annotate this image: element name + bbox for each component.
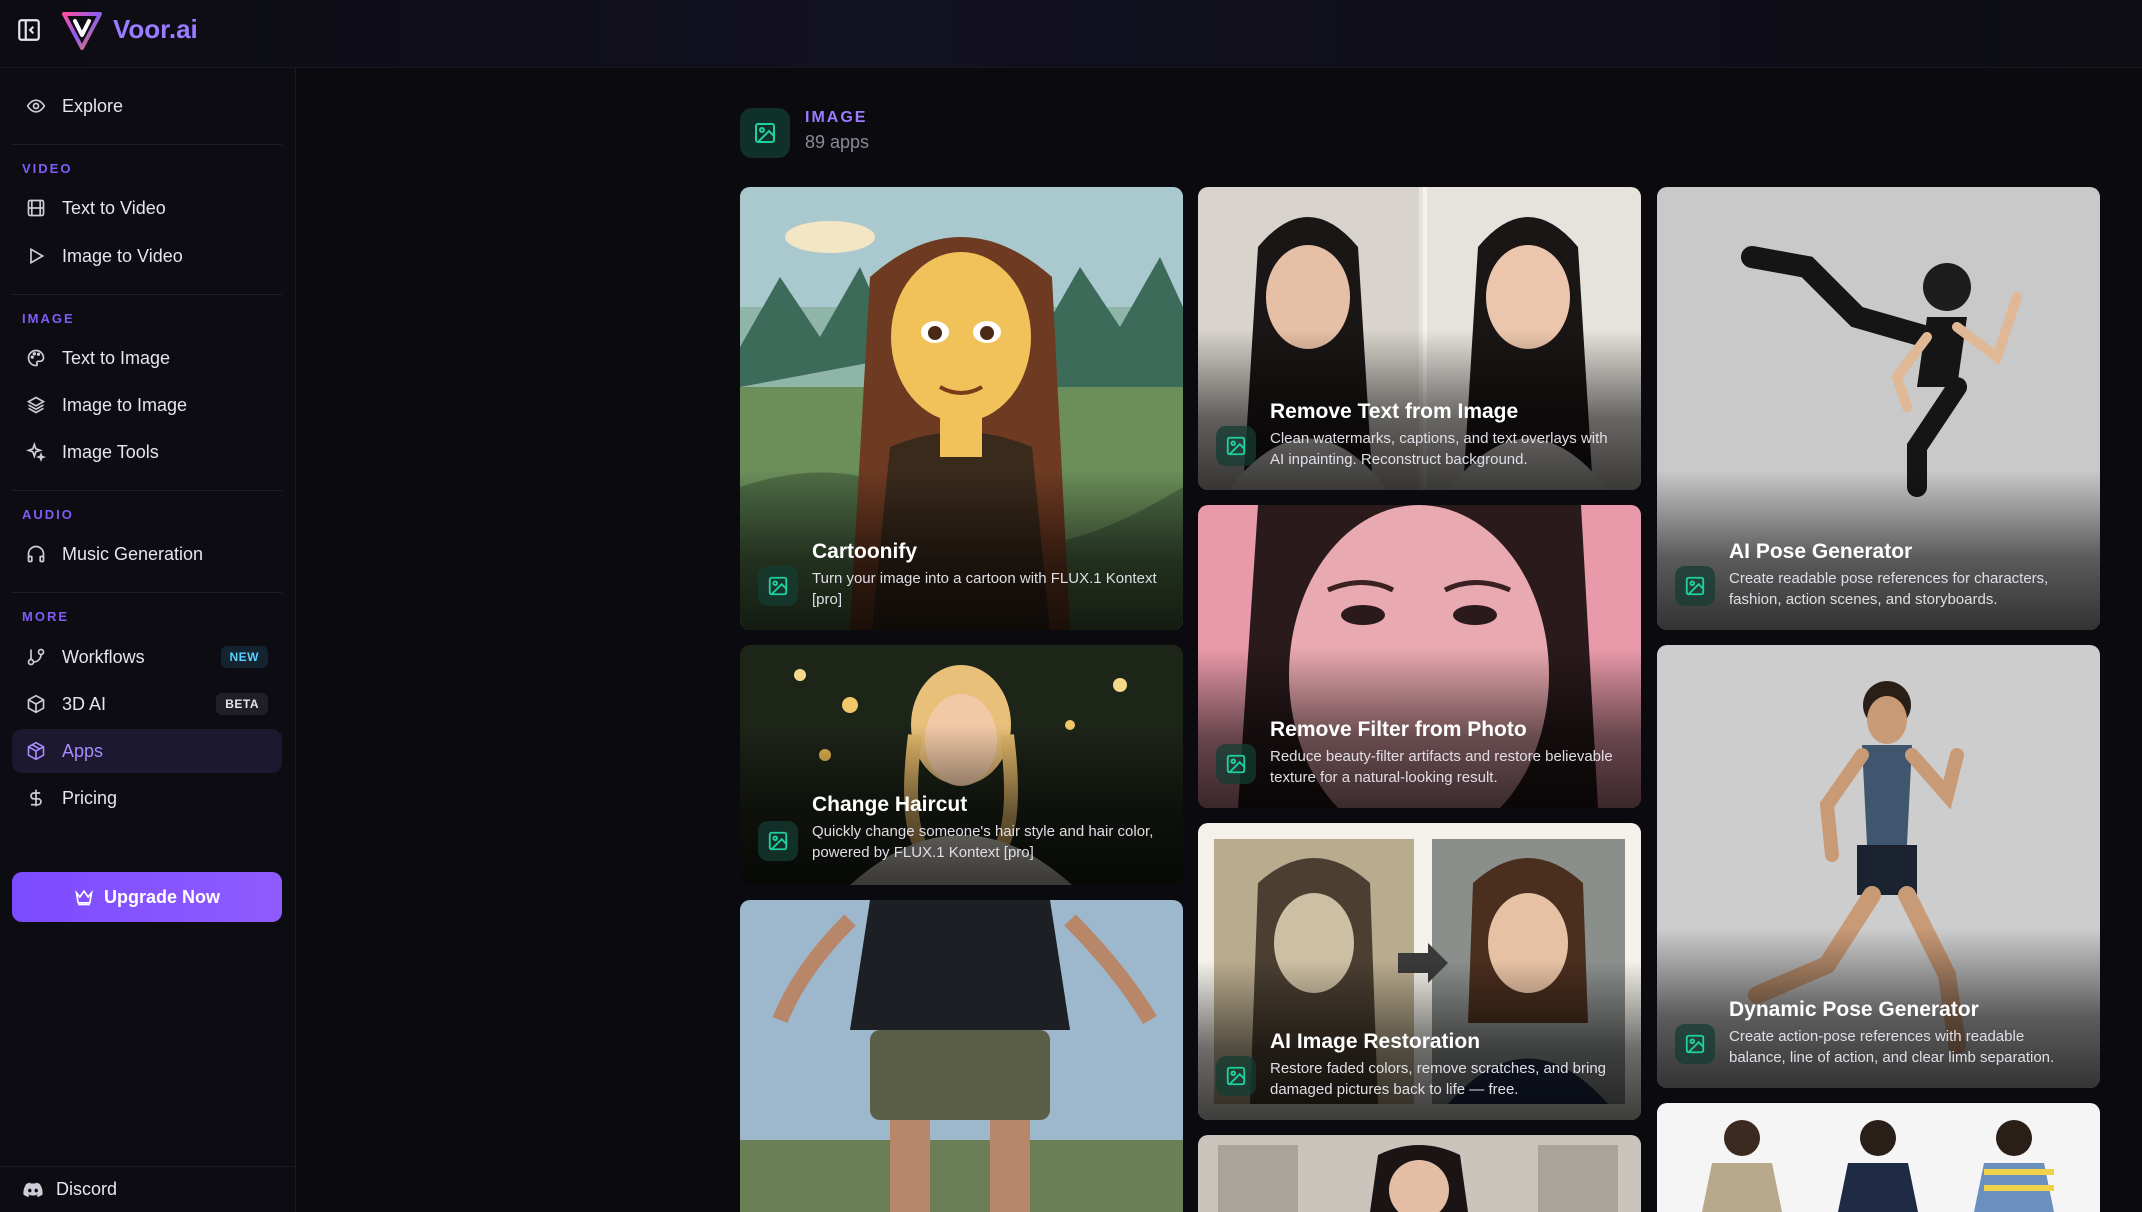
sidebar-item-workflows[interactable]: Workflows NEW — [12, 635, 282, 679]
skateboard-thumbnail — [740, 900, 1183, 1212]
play-icon — [30, 247, 45, 265]
image-icon — [768, 831, 788, 851]
card-image-icon-box — [758, 566, 798, 606]
voor-logo-icon[interactable] — [60, 8, 104, 52]
section-label-more: MORE — [22, 609, 69, 624]
film-icon — [27, 199, 45, 217]
app-card-remove-text-from-image[interactable]: Remove Text from Image Clean watermarks,… — [1198, 187, 1641, 490]
palette-icon — [27, 349, 45, 367]
app-card-remove-filter-from-photo[interactable]: Remove Filter from Photo Reduce beauty-f… — [1198, 505, 1641, 808]
top-bar: Voor.ai — [0, 0, 2142, 68]
sidebar-item-label: 3D AI — [62, 693, 107, 714]
image-icon — [1685, 1034, 1705, 1054]
sidebar-item-explore[interactable]: Explore — [12, 84, 282, 128]
layers-icon — [26, 396, 46, 414]
app-card-dynamic-pose-generator[interactable]: Dynamic Pose Generator Create action-pos… — [1657, 645, 2100, 1088]
crown-icon — [75, 889, 93, 906]
sidebar-item-image-to-image[interactable]: Image to Image — [12, 383, 282, 427]
card-image-icon-box — [1675, 1024, 1715, 1064]
sidebar-item-text-to-image[interactable]: Text to Image — [12, 336, 282, 380]
outfits-thumbnail — [1657, 1103, 2100, 1212]
category-count: 89 apps — [805, 132, 870, 152]
brand-name[interactable]: Voor.ai — [113, 14, 198, 45]
app-card-street-portrait[interactable] — [1198, 1135, 1641, 1212]
section-label-video: VIDEO — [22, 161, 73, 176]
package-icon — [27, 741, 45, 761]
discord-icon — [23, 1182, 43, 1197]
card-description: Create action-pose references with reada… — [1729, 1028, 2055, 1066]
sidebar-item-pricing[interactable]: Pricing — [12, 776, 282, 820]
discord-label: Discord — [56, 1179, 118, 1199]
sidebar-item-label: Text to Video — [62, 197, 166, 218]
sidebar-item-label: Music Generation — [62, 543, 204, 564]
new-badge: NEW — [220, 646, 268, 668]
app-card-change-haircut[interactable]: Change Haircut Quickly change someone's … — [740, 645, 1183, 885]
sparkles-icon — [26, 442, 46, 462]
sidebar-item-label: Image to Image — [62, 394, 188, 415]
app-card-outfits[interactable] — [1657, 1103, 2100, 1212]
card-image-icon-box — [1216, 426, 1256, 466]
card-description: Quickly change someone's hair style and … — [812, 823, 1154, 861]
sidebar-item-label: Image to Video — [62, 245, 183, 266]
card-description: Restore faded colors, remove scratches, … — [1270, 1060, 1606, 1098]
sidebar-item-image-to-video[interactable]: Image to Video — [12, 234, 282, 278]
image-icon — [1685, 576, 1705, 596]
card-description: Create readable pose references for char… — [1729, 570, 2049, 608]
image-icon — [768, 576, 788, 596]
divider — [12, 592, 282, 593]
card-title: AI Image Restoration — [1270, 1030, 1481, 1053]
divider — [12, 144, 282, 145]
divider — [12, 490, 282, 491]
eye-icon — [26, 99, 46, 113]
section-label-image: IMAGE — [22, 311, 75, 326]
image-icon — [1226, 1066, 1246, 1086]
sidebar: Explore VIDEO Text to Video Image to Vid… — [0, 68, 296, 1212]
dollar-icon — [30, 789, 42, 807]
headphones-icon — [27, 545, 45, 563]
cube-icon — [27, 694, 45, 714]
sidebar-item-apps[interactable]: Apps — [12, 729, 282, 773]
git-branch-icon — [27, 648, 45, 666]
upgrade-now-button[interactable]: Upgrade Now — [12, 872, 282, 922]
card-description: Clean watermarks, captions, and text ove… — [1270, 430, 1608, 468]
divider — [12, 294, 282, 295]
app-card-cartoonify[interactable]: Cartoonify Turn your image into a cartoo… — [740, 187, 1183, 630]
sidebar-item-label: Text to Image — [62, 347, 171, 368]
card-image-icon-box — [1216, 1056, 1256, 1096]
app-card-skateboard[interactable] — [740, 900, 1183, 1212]
category-image-icon-box — [740, 108, 790, 158]
card-image-icon-box — [758, 821, 798, 861]
sidebar-item-image-tools[interactable]: Image Tools — [12, 430, 282, 474]
upgrade-label: Upgrade Now — [103, 886, 220, 907]
sidebar-item-music-generation[interactable]: Music Generation — [12, 532, 282, 576]
image-icon — [1226, 754, 1246, 774]
section-label-audio: AUDIO — [22, 507, 74, 522]
card-image-icon-box — [1675, 566, 1715, 606]
app-card-ai-image-restoration[interactable]: AI Image Restoration Restore faded color… — [1198, 823, 1641, 1120]
card-image-icon-box — [1216, 744, 1256, 784]
card-description: Turn your image into a cartoon with FLUX… — [812, 570, 1157, 608]
sidebar-item-label: Apps — [62, 740, 104, 761]
card-title: Change Haircut — [812, 793, 968, 816]
sidebar-item-text-to-video[interactable]: Text to Video — [12, 186, 282, 230]
image-icon — [1226, 436, 1246, 456]
sidebar-item-label: Explore — [62, 95, 124, 116]
card-title: Dynamic Pose Generator — [1729, 998, 1979, 1021]
image-icon — [755, 123, 775, 143]
card-title: AI Pose Generator — [1729, 540, 1913, 563]
card-description: Reduce beauty-filter artifacts and resto… — [1270, 748, 1613, 786]
sidebar-item-label: Workflows — [62, 646, 145, 667]
beta-badge: BETA — [216, 693, 268, 715]
discord-link[interactable]: Discord — [0, 1166, 296, 1212]
card-title: Remove Filter from Photo — [1270, 718, 1527, 741]
sidebar-toggle-icon[interactable] — [16, 17, 42, 43]
sidebar-item-3d-ai[interactable]: 3D AI BETA — [12, 682, 282, 726]
sidebar-item-label: Pricing — [62, 787, 118, 808]
card-title: Cartoonify — [812, 540, 917, 563]
app-card-ai-pose-generator[interactable]: AI Pose Generator Create readable pose r… — [1657, 187, 2100, 630]
category-title: IMAGE — [805, 109, 868, 126]
sidebar-item-label: Image Tools — [62, 441, 159, 462]
street-portrait-thumbnail — [1198, 1135, 1641, 1212]
card-title: Remove Text from Image — [1270, 400, 1519, 423]
